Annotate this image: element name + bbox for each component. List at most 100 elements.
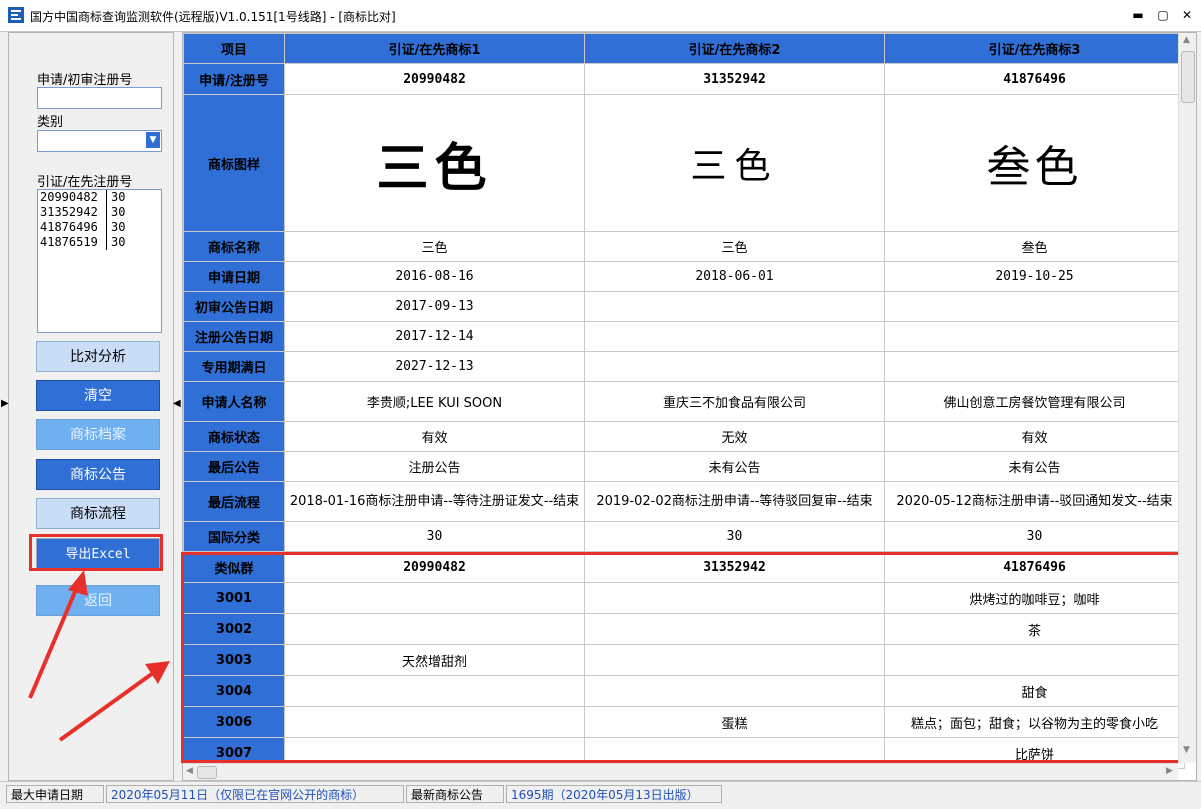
scroll-left-icon[interactable]: ◀ — [186, 766, 193, 776]
table-row: 商标状态 有效 无效 有效 — [183, 421, 1185, 452]
table-cell[interactable]: 佛山创意工房餐饮管理有限公司 — [884, 381, 1185, 422]
row-label: 注册公告日期 — [183, 321, 285, 352]
trademark-announcement-button[interactable]: 商标公告 — [36, 459, 160, 490]
row-label: 商标名称 — [183, 231, 285, 262]
table-cell[interactable] — [884, 321, 1185, 352]
table-row: 国际分类 30 30 30 — [183, 521, 1185, 552]
max-date-value: 2020年05月11日（仅限已在官网公开的商标） — [106, 785, 404, 803]
table-row: 申请人名称 李贵顺;LEE KUI SOON 重庆三不加食品有限公司 佛山创意工… — [183, 381, 1185, 422]
close-button[interactable]: ✕ — [1177, 6, 1197, 24]
table-cell[interactable]: 31352942 — [584, 63, 885, 95]
horizontal-scrollbar[interactable]: ◀ ▶ — [183, 763, 1178, 780]
table-cell[interactable]: 20990482 — [284, 63, 585, 95]
table-cell[interactable]: 2019-10-25 — [884, 261, 1185, 292]
dropdown-arrow-icon[interactable]: ▼ — [146, 132, 160, 148]
table-cell[interactable]: 30 — [284, 521, 585, 552]
table-row: 商标图样 三色 三色 叁色 — [183, 94, 1185, 232]
search-panel: 申请/初审注册号 类别 ▼ 引证/在先注册号 20990482 30 313529… — [8, 32, 174, 781]
list-item[interactable]: 20990482 30 — [38, 190, 161, 205]
table-row: 申请日期 2016-08-16 2018-06-01 2019-10-25 — [183, 261, 1185, 292]
row-label: 专用期满日 — [183, 351, 285, 382]
trademark-image: 三色 — [376, 138, 493, 199]
table-cell[interactable] — [884, 351, 1185, 382]
table-header-row: 项目 引证/在先商标1 引证/在先商标2 引证/在先商标3 — [183, 33, 1185, 64]
row-label: 商标图样 — [183, 94, 285, 232]
list-item[interactable]: 41876496 30 — [38, 220, 161, 235]
list-item[interactable]: 31352942 30 — [38, 205, 161, 220]
table-cell[interactable]: 李贵顺;LEE KUI SOON — [284, 381, 585, 422]
table-cell[interactable]: 叁色 — [884, 231, 1185, 262]
table-cell[interactable]: 2017-09-13 — [284, 291, 585, 322]
compare-analysis-button[interactable]: 比对分析 — [36, 341, 160, 372]
cited-number-list[interactable]: 20990482 30 31352942 30 41876496 30 4187651… — [37, 189, 162, 333]
row-label: 申请人名称 — [183, 381, 285, 422]
table-cell[interactable]: 有效 — [284, 421, 585, 452]
back-button[interactable]: 返回 — [36, 585, 160, 616]
status-bar: 最大申请日期 2020年05月11日（仅限已在官网公开的商标） 最新商标公告 1… — [0, 781, 1201, 809]
table-cell[interactable]: 三色 — [584, 231, 885, 262]
row-label: 申请/注册号 — [183, 63, 285, 95]
app-icon — [8, 7, 24, 23]
trademark-flow-button[interactable]: 商标流程 — [36, 498, 160, 529]
reg-number-label: 申请/初审注册号 — [37, 73, 133, 88]
trademark-archive-button[interactable]: 商标档案 — [36, 419, 160, 450]
reg-number-input[interactable] — [37, 87, 162, 109]
trademark-image-cell: 叁色 — [884, 94, 1185, 232]
maximize-button[interactable]: ▢ — [1153, 6, 1173, 24]
row-label: 商标状态 — [183, 421, 285, 452]
table-cell[interactable]: 2017-12-14 — [284, 321, 585, 352]
table-row: 商标名称 三色 三色 叁色 — [183, 231, 1185, 262]
row-label: 申请日期 — [183, 261, 285, 292]
scroll-down-icon[interactable]: ▼ — [1183, 745, 1190, 755]
table-cell[interactable] — [884, 291, 1185, 322]
scroll-up-icon[interactable]: ▲ — [1183, 35, 1190, 45]
table-cell[interactable] — [584, 351, 885, 382]
vertical-scrollbar[interactable]: ▲ ▼ — [1178, 33, 1196, 763]
scroll-right-icon[interactable]: ▶ — [1166, 766, 1173, 776]
table-cell[interactable] — [584, 291, 885, 322]
trademark-image: 叁色 — [986, 142, 1083, 193]
table-cell[interactable] — [584, 321, 885, 352]
collapse-panel-icon[interactable]: ◀ — [173, 398, 181, 409]
scroll-thumb[interactable] — [1181, 51, 1195, 103]
table-row: 申请/注册号 20990482 31352942 41876496 — [183, 63, 1185, 95]
column-header: 引证/在先商标2 — [584, 33, 885, 64]
latest-announcement-value: 1695期（2020年05月13日出版） — [506, 785, 722, 803]
table-cell[interactable]: 重庆三不加食品有限公司 — [584, 381, 885, 422]
table-cell[interactable]: 有效 — [884, 421, 1185, 452]
table-cell[interactable]: 三色 — [284, 231, 585, 262]
scroll-thumb[interactable] — [197, 766, 217, 779]
list-item[interactable]: 41876519 30 — [38, 235, 161, 250]
table-cell[interactable]: 2016-08-16 — [284, 261, 585, 292]
table-row: 最后流程 2018-01-16商标注册申请--等待注册证发文--结束 2019-… — [183, 481, 1185, 522]
table-row: 注册公告日期 2017-12-14 — [183, 321, 1185, 352]
window-title: 国方中国商标查询监测软件(远程版)V1.0.151[1号线路] - [商标比对] — [30, 10, 396, 24]
row-label: 初审公告日期 — [183, 291, 285, 322]
class-label: 类别 — [37, 115, 64, 130]
table-cell[interactable]: 30 — [584, 521, 885, 552]
table-cell[interactable]: 2020-05-12商标注册申请--驳回通知发文--结束 — [884, 481, 1185, 522]
export-highlight-box — [29, 534, 163, 571]
row-label: 国际分类 — [183, 521, 285, 552]
clear-button[interactable]: 清空 — [36, 380, 160, 411]
column-header: 引证/在先商标1 — [284, 33, 585, 64]
latest-announcement-label: 最新商标公告 — [406, 785, 504, 803]
table-cell[interactable]: 2019-02-02商标注册申请--等待驳回复审--结束 — [584, 481, 885, 522]
table-cell[interactable]: 2027-12-13 — [284, 351, 585, 382]
minimize-button[interactable]: ▬ — [1128, 6, 1148, 24]
table-cell[interactable]: 未有公告 — [584, 451, 885, 482]
table-cell[interactable]: 41876496 — [884, 63, 1185, 95]
table-cell[interactable]: 无效 — [584, 421, 885, 452]
class-select[interactable]: ▼ — [37, 130, 162, 152]
table-row: 最后公告 注册公告 未有公告 未有公告 — [183, 451, 1185, 482]
table-cell[interactable]: 注册公告 — [284, 451, 585, 482]
table-cell[interactable]: 30 — [884, 521, 1185, 552]
collapse-left-icon[interactable]: ▶ — [1, 398, 9, 409]
table-cell[interactable]: 未有公告 — [884, 451, 1185, 482]
trademark-image-cell: 三色 — [284, 94, 585, 232]
trademark-image-cell: 三色 — [584, 94, 885, 232]
table-cell[interactable]: 2018-01-16商标注册申请--等待注册证发文--结束 — [284, 481, 585, 522]
row-label: 最后流程 — [183, 481, 285, 522]
trademark-image: 三色 — [690, 146, 779, 187]
table-cell[interactable]: 2018-06-01 — [584, 261, 885, 292]
